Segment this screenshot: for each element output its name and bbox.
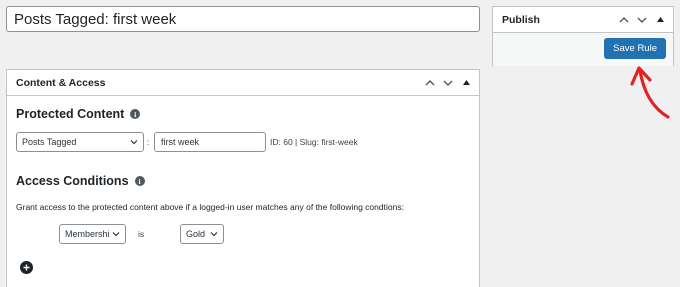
content-access-actions: [423, 76, 473, 90]
plus-circle-icon[interactable]: [20, 261, 33, 274]
content-access-title: Content & Access: [16, 76, 106, 89]
save-rule-button[interactable]: Save Rule: [604, 38, 666, 59]
info-icon[interactable]: i: [130, 109, 141, 119]
condition-operator: is: [138, 229, 145, 239]
chevron-down-icon[interactable]: [635, 13, 649, 27]
chevron-down-icon: [130, 140, 138, 145]
toggle-arrow-icon[interactable]: [653, 13, 667, 27]
publish-box: Publish Save Rule: [492, 6, 674, 66]
condition-value-select-value: Gold: [186, 229, 206, 239]
publish-box-actions: [617, 13, 667, 27]
content-access-header: Content & Access: [7, 70, 479, 96]
chevron-down-icon: [210, 232, 218, 237]
access-conditions-heading: Access Conditions i: [16, 174, 145, 188]
content-type-select[interactable]: Posts Tagged: [16, 132, 144, 152]
tag-input[interactable]: [154, 132, 266, 152]
tag-meta-text: ID: 60 | Slug: first-week: [270, 137, 358, 147]
access-conditions-description: Grant access to the protected content ab…: [16, 202, 404, 212]
chevron-up-icon[interactable]: [423, 76, 437, 90]
chevron-up-icon[interactable]: [617, 13, 631, 27]
chevron-down-icon: [112, 232, 120, 237]
toggle-arrow-icon[interactable]: [459, 76, 473, 90]
rule-editor-page: Publish Save Rule Content & Access: [0, 0, 680, 287]
condition-value-select[interactable]: Gold: [180, 224, 224, 244]
select-separator: :: [147, 137, 150, 147]
condition-type-select[interactable]: Membershi: [59, 224, 126, 244]
protected-content-heading: Protected Content i: [16, 107, 141, 121]
red-arrow-annotation: [630, 66, 670, 119]
publish-box-header: Publish: [493, 7, 673, 33]
rule-title-input[interactable]: [6, 6, 480, 32]
content-type-select-value: Posts Tagged: [22, 137, 77, 147]
publish-box-title: Publish: [502, 13, 540, 26]
info-icon[interactable]: i: [134, 176, 145, 186]
access-conditions-heading-text: Access Conditions: [16, 174, 129, 188]
condition-type-select-value: Membershi: [65, 229, 109, 239]
protected-content-heading-text: Protected Content: [16, 107, 125, 121]
chevron-down-icon[interactable]: [441, 76, 455, 90]
content-access-box: Content & Access Protected Content i Pos…: [6, 69, 480, 287]
